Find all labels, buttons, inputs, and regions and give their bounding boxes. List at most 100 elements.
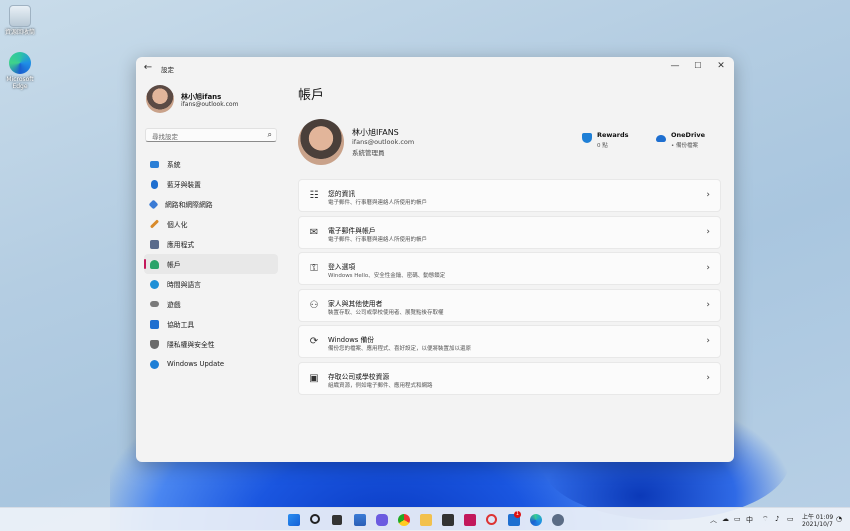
family-icon: ⚇ bbox=[309, 299, 319, 311]
gamepad-icon bbox=[150, 301, 159, 307]
search-icon[interactable] bbox=[310, 514, 320, 524]
card-subtitle: 電子郵件、行事曆與連絡人所使用的帳戶 bbox=[328, 236, 428, 243]
account-avatar bbox=[298, 119, 344, 165]
edge-icon[interactable] bbox=[530, 514, 542, 526]
clock-time[interactable]: 上午 01:09 bbox=[802, 512, 833, 521]
settings-gear-icon[interactable] bbox=[552, 514, 564, 526]
file-explorer-icon[interactable] bbox=[420, 514, 432, 526]
mail-badge: 1 bbox=[514, 511, 521, 518]
chat-icon[interactable] bbox=[376, 514, 388, 526]
chevron-up-icon[interactable]: ︿ bbox=[710, 515, 717, 525]
chevron-right-icon: › bbox=[706, 190, 710, 200]
apps-grid-icon bbox=[150, 239, 159, 249]
card-your-info[interactable]: ☷ 您的資訊 電子郵件、行事曆與連絡人所使用的帳戶 › bbox=[298, 179, 721, 212]
desktop-icon-label: 資源回收筒 bbox=[4, 29, 35, 36]
person-card-icon: ☷ bbox=[309, 190, 319, 201]
notification-icon[interactable]: ◔ bbox=[836, 515, 842, 523]
chevron-right-icon: › bbox=[706, 226, 710, 237]
cloud-tray-icon[interactable]: ☁ bbox=[722, 515, 729, 523]
title-bar[interactable]: ← 設定 — ☐ ✕ bbox=[136, 57, 734, 79]
card-title: 您的資訊 bbox=[328, 190, 356, 198]
card-subtitle: Windows Hello、安全性金鑰、密碼、動態鎖定 bbox=[328, 273, 446, 280]
sidebar-item-windows-update[interactable]: Windows Update bbox=[144, 354, 278, 374]
wifi-icon[interactable]: ⌔ bbox=[762, 515, 769, 524]
network-icon bbox=[148, 199, 159, 209]
account-role: 系統管理員 bbox=[352, 149, 385, 157]
task-view-icon[interactable] bbox=[332, 515, 342, 525]
desktop-icon-recycle-bin[interactable]: 資源回收筒 bbox=[0, 5, 40, 36]
onedrive-title: OneDrive bbox=[671, 131, 706, 139]
account-name: 林小旭IFANS bbox=[352, 128, 399, 137]
sidebar-item-accessibility[interactable]: 協助工具 bbox=[144, 314, 278, 334]
chrome-icon[interactable] bbox=[398, 514, 410, 526]
shield-icon bbox=[150, 339, 159, 349]
edge-icon bbox=[9, 52, 31, 74]
volume-icon[interactable]: ♪ bbox=[775, 515, 779, 523]
card-title: 存取公司或學校資源 bbox=[328, 372, 390, 381]
sidebar-item-accounts[interactable]: 帳戶 bbox=[144, 254, 278, 274]
page-title: 帳戶 bbox=[298, 88, 325, 103]
cloud-icon bbox=[656, 135, 666, 142]
desktop-icon-edge[interactable]: Microsoft Edge bbox=[0, 52, 40, 90]
card-title: Windows 備份 bbox=[328, 336, 375, 345]
sidebar-item-label: 網路和網際網路 bbox=[165, 201, 213, 209]
card-title: 家人與其他使用者 bbox=[328, 299, 383, 308]
minimize-button[interactable]: — bbox=[664, 59, 686, 73]
taskbar: 1 ︿ ☁ ▭ 中 ⌔ ♪ ▭ 上午 01:09 2021/10/7 ◔ bbox=[0, 507, 850, 531]
card-work-school[interactable]: ▣ 存取公司或學校資源 組織資源，例如電子郵件、應用程式和網路 › bbox=[298, 361, 721, 395]
card-windows-backup[interactable]: ⟳ Windows 備份 備份您的檔案、應用程式、喜好設定，以便將裝置加以還原 … bbox=[298, 325, 721, 359]
search-icon[interactable]: ⌕ bbox=[268, 130, 272, 140]
sidebar-item-label: 藍牙與裝置 bbox=[167, 181, 201, 189]
sidebar-item-time-language[interactable]: 時間與語言 bbox=[144, 274, 278, 294]
widgets-icon[interactable] bbox=[354, 514, 366, 526]
briefcase-icon: ▣ bbox=[309, 372, 319, 384]
rewards-title: Rewards bbox=[597, 131, 629, 139]
card-sign-in-options[interactable]: ⚿ 登入選項 Windows Hello、安全性金鑰、密碼、動態鎖定 › bbox=[298, 252, 721, 286]
maximize-button[interactable]: ☐ bbox=[687, 59, 709, 73]
chevron-right-icon: › bbox=[706, 299, 710, 310]
update-icon bbox=[150, 359, 159, 369]
sidebar-item-label: 應用程式 bbox=[167, 241, 195, 249]
sidebar-item-apps[interactable]: 應用程式 bbox=[144, 234, 278, 254]
display-icon[interactable]: ▭ bbox=[734, 515, 741, 523]
backup-icon: ⟳ bbox=[309, 336, 319, 348]
rewards-points: 0 點 bbox=[597, 143, 608, 149]
sidebar-nav: 系統 藍牙與裝置 網路和網際網路 個人化 應用程式 帳戶 時間與語言 遊戲 協助… bbox=[144, 154, 278, 374]
profile-email: ifans@outlook.com bbox=[181, 101, 239, 108]
sidebar-item-privacy[interactable]: 隱私權與安全性 bbox=[144, 334, 278, 354]
sidebar-item-system[interactable]: 系統 bbox=[144, 154, 278, 174]
sidebar-item-personalization[interactable]: 個人化 bbox=[144, 214, 278, 234]
bluetooth-icon bbox=[151, 179, 158, 189]
card-family-users[interactable]: ⚇ 家人與其他使用者 裝置存取、公司或學校使用者、展覽點後存取權 › bbox=[298, 288, 721, 322]
clock-date[interactable]: 2021/10/7 bbox=[802, 521, 833, 528]
card-subtitle: 電子郵件、行事曆與連絡人所使用的帳戶 bbox=[328, 200, 428, 206]
app-icon[interactable] bbox=[464, 514, 476, 526]
chevron-right-icon: › bbox=[706, 336, 710, 347]
account-email: ifans@outlook.com bbox=[352, 138, 415, 146]
ime-indicator[interactable]: 中 bbox=[746, 515, 753, 525]
person-icon bbox=[150, 259, 159, 269]
close-button[interactable]: ✕ bbox=[710, 59, 732, 73]
sidebar-item-bluetooth[interactable]: 藍牙與裝置 bbox=[144, 174, 278, 194]
profile-avatar[interactable] bbox=[146, 85, 174, 113]
mail-icon: ✉ bbox=[309, 226, 319, 238]
settings-window: ← 設定 — ☐ ✕ 林小旭ifans ifans@outlook.com 尋找… bbox=[136, 57, 734, 462]
globe-clock-icon bbox=[150, 279, 159, 289]
back-arrow-icon[interactable]: ← bbox=[142, 62, 154, 74]
card-title: 登入選項 bbox=[328, 263, 356, 272]
onedrive-status: • 備份檔案 bbox=[671, 143, 698, 149]
key-icon: ⚿ bbox=[310, 263, 318, 275]
brush-icon bbox=[149, 219, 160, 229]
app-red-icon[interactable] bbox=[486, 514, 497, 525]
sidebar-item-label: 時間與語言 bbox=[167, 281, 201, 289]
trophy-icon bbox=[582, 133, 592, 143]
store-icon[interactable] bbox=[442, 514, 454, 526]
card-email-accounts[interactable]: ✉ 電子郵件與帳戶 電子郵件、行事曆與連絡人所使用的帳戶 › bbox=[298, 215, 721, 249]
start-windows-icon[interactable] bbox=[288, 514, 300, 526]
sidebar-item-gaming[interactable]: 遊戲 bbox=[144, 294, 278, 314]
chevron-right-icon: › bbox=[706, 372, 710, 383]
search-input[interactable]: 尋找設定 ⌕ bbox=[145, 128, 277, 142]
sidebar-item-network[interactable]: 網路和網際網路 bbox=[144, 194, 278, 214]
battery-icon[interactable]: ▭ bbox=[787, 515, 794, 523]
chevron-right-icon: › bbox=[706, 263, 710, 274]
